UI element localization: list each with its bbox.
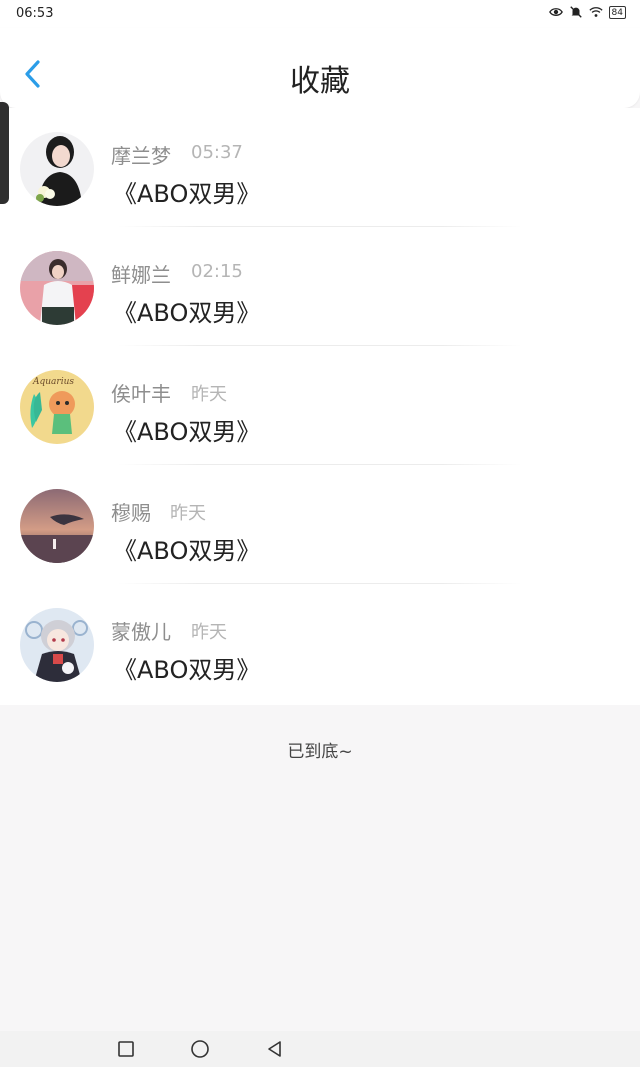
end-of-list-text: 已到底~ [287,742,353,762]
status-time: 06:53 [16,6,54,21]
side-drawer-handle[interactable] [0,102,9,204]
item-time: 昨天 [191,384,227,405]
item-title: 《ABO双男》 [113,180,261,208]
item-name: 俟叶丰 [111,382,171,406]
list-item[interactable]: 鲜娜兰 02:15 《ABO双男》 [0,227,640,346]
item-time: 昨天 [191,622,227,643]
avatar[interactable]: Aquarius [20,370,94,444]
back-triangle-icon[interactable] [265,1039,285,1059]
favorites-list: 摩兰梦 05:37 《ABO双男》 鲜娜兰 02:15 《ABO双男》 Aqua… [0,108,640,705]
status-icons: 84 [548,5,626,19]
item-name: 鲜娜兰 [111,263,171,287]
item-title: 《ABO双男》 [113,299,261,327]
list-item[interactable]: 摩兰梦 05:37 《ABO双男》 [0,108,640,227]
header-bar: 收藏 [0,28,640,108]
item-name: 蒙傲儿 [111,620,171,644]
item-time: 02:15 [191,261,243,282]
list-item[interactable]: 穆赐 昨天 《ABO双男》 [0,465,640,584]
app-screen: 06:53 84 收藏 摩兰梦 05:37 《ABO双男》 鲜娜兰 02:15 … [0,0,640,1067]
list-item[interactable]: Aquarius 俟叶丰 昨天 《ABO双男》 [0,346,640,465]
status-bar: 06:53 84 [0,0,640,28]
avatar[interactable] [20,251,94,325]
list-item[interactable]: 蒙傲儿 昨天 《ABO双男》 [0,584,640,703]
item-name: 摩兰梦 [111,144,171,168]
wifi-icon [588,7,603,17]
avatar[interactable] [20,608,94,682]
avatar-caption: Aquarius [32,377,74,387]
item-title: 《ABO双男》 [113,418,261,446]
eye-icon [548,8,563,16]
item-time: 昨天 [170,503,206,524]
battery-indicator: 84 [608,5,626,19]
avatar[interactable] [20,132,94,206]
item-time: 05:37 [191,142,243,163]
home-icon[interactable] [190,1039,210,1059]
item-title: 《ABO双男》 [113,537,261,565]
page-title: 收藏 [290,64,350,99]
item-title: 《ABO双男》 [113,656,261,684]
avatar[interactable] [20,489,94,563]
item-name: 穆赐 [111,501,151,525]
mute-bell-icon [569,6,582,18]
system-nav-bar [0,1031,640,1067]
recent-apps-icon[interactable] [116,1039,136,1059]
